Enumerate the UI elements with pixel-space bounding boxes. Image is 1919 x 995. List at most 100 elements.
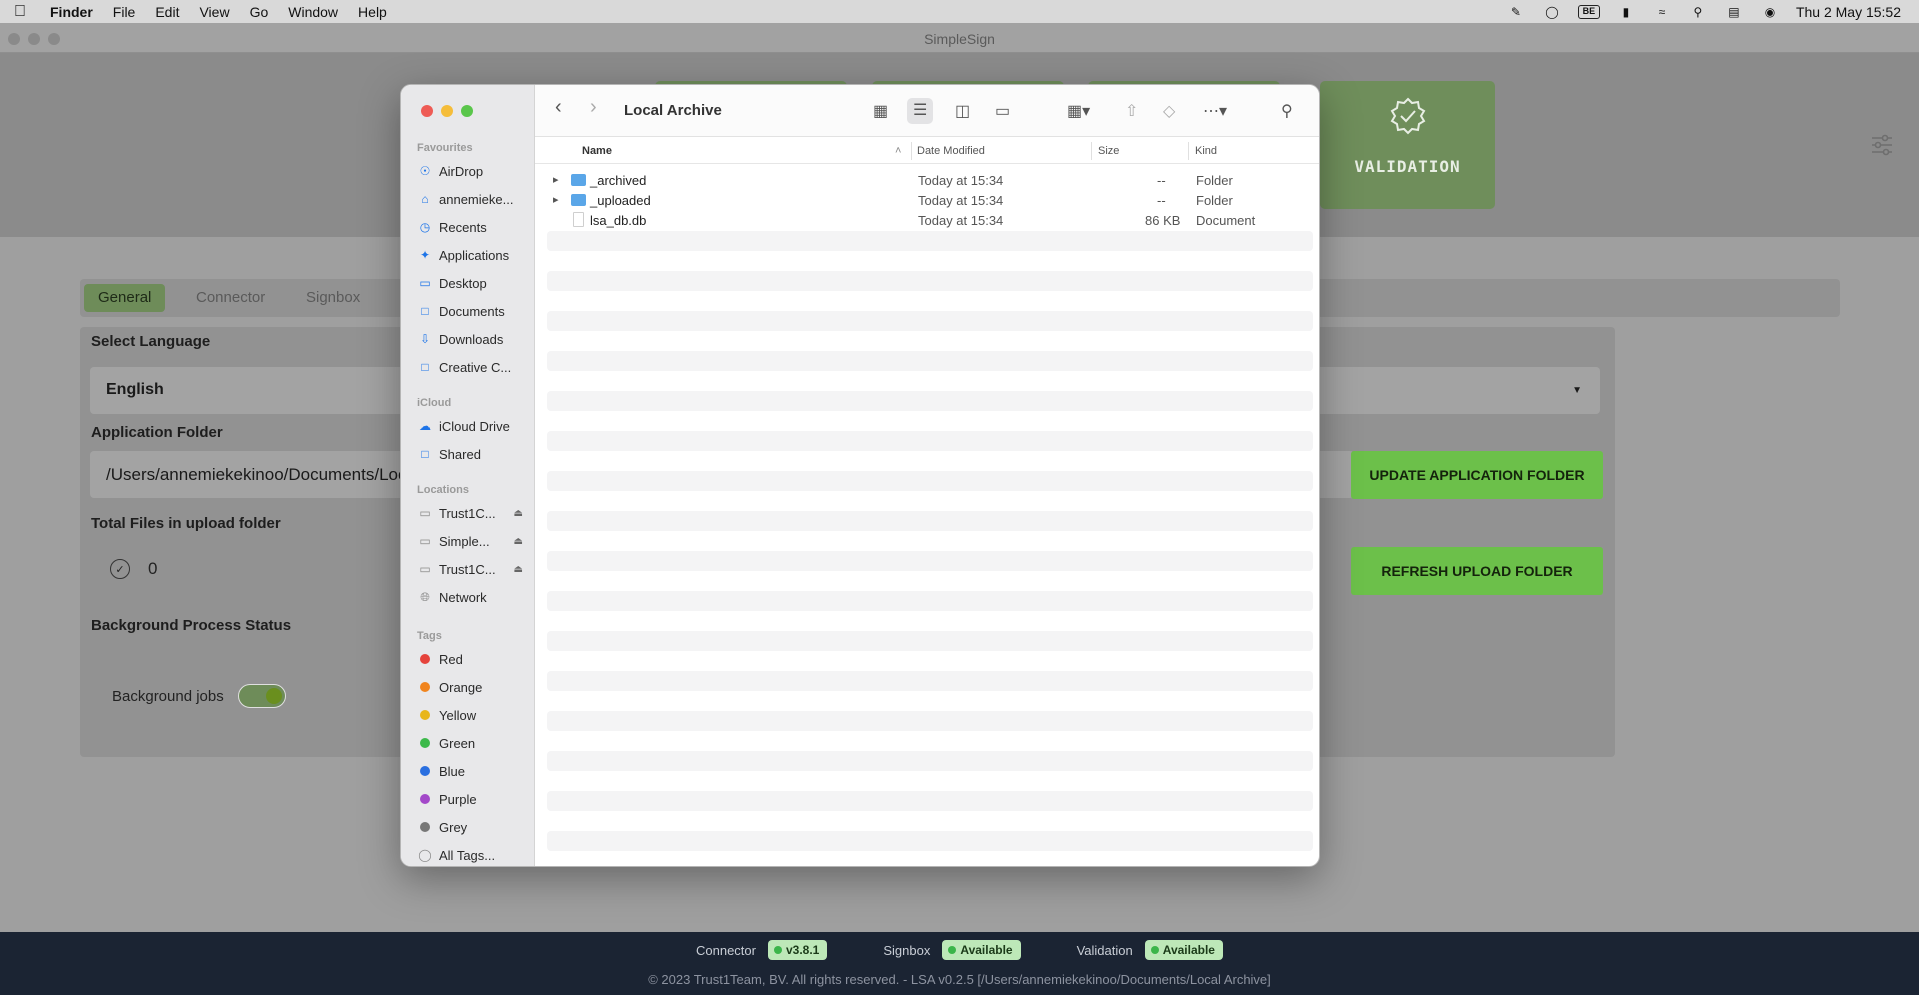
tab-general[interactable]: General [84,284,166,312]
connector-version: v3.8.1 [785,943,820,957]
menu-window[interactable]: Window [278,4,348,20]
refresh-upload-folder-button[interactable]: REFRESH UPLOAD FOLDER [1351,547,1603,595]
tab-connector[interactable]: Connector [182,284,279,312]
sidebar-item-applications[interactable]: ✦ Applications [417,244,529,266]
status-dot-icon [948,946,957,954]
validation-card[interactable]: VALIDATION [1320,81,1495,209]
column-divider[interactable] [1188,142,1189,160]
menu-clock[interactable]: Thu 2 May 15:52 [1796,4,1901,20]
airdrop-icon: ☉ [419,164,431,178]
sidebar-item-shared[interactable]: □ Shared [417,443,529,465]
finder-close-button[interactable] [421,105,433,117]
menu-app-name[interactable]: Finder [40,4,103,20]
column-date-modified[interactable]: Date Modified [917,145,985,157]
siri-icon[interactable]: ◉ [1760,5,1780,19]
sidebar-tag-orange[interactable]: Orange [417,676,529,698]
background-jobs-label: Background jobs [112,687,224,705]
sidebar-item-volume-2[interactable]: ▭ Simple... ⏏ [417,530,529,552]
empty-row-stripe [547,671,1313,691]
apple-icon[interactable]:  [0,3,40,21]
control-center-icon[interactable]: ▤ [1724,5,1744,19]
settings-sliders-icon[interactable] [1870,133,1894,157]
file-row-archived[interactable]: ▸ _archived Today at 15:34 -- Folder [547,171,1313,191]
tag-red-icon [420,654,430,664]
file-size: -- [1157,173,1166,188]
keyboard-layout-badge[interactable]: BE [1577,4,1600,19]
forward-chevron-icon[interactable]: › [590,96,597,119]
tag-yellow-icon [420,710,430,720]
finder-window: Favourites ☉ AirDrop ⌂ annemieke... ◷ Recen… [400,84,1320,867]
sidebar-item-recents[interactable]: ◷ Recents [417,216,529,238]
eject-icon[interactable]: ⏏ [514,508,523,519]
column-view-icon[interactable]: ◫ [955,101,970,121]
sidebar-item-desktop[interactable]: ▭ Desktop [417,272,529,294]
sidebar-tag-yellow[interactable]: Yellow [417,704,529,726]
sidebar-item-downloads[interactable]: ⇩ Downloads [417,328,529,350]
sidebar-item-volume-3[interactable]: ▭ Trust1C... ⏏ [417,558,529,580]
update-application-folder-button[interactable]: UPDATE APPLICATION FOLDER [1351,451,1603,499]
password-icon[interactable]: ◯ [1542,5,1562,19]
empty-row-stripe [547,351,1313,371]
sidebar-item-volume-1[interactable]: ▭ Trust1C... ⏏ [417,502,529,524]
sidebar-item-documents[interactable]: □ Documents [417,300,529,322]
sidebar-tag-purple[interactable]: Purple [417,788,529,810]
file-name: _archived [590,173,647,188]
signature-icon[interactable]: ✎ [1506,5,1526,19]
icon-view-grid-icon[interactable]: ▦ [873,101,888,121]
finder-search-icon[interactable]: ⚲ [1281,101,1293,121]
tag-icon[interactable]: ◇ [1163,101,1175,121]
folder-icon [571,174,586,186]
column-name[interactable]: Name [582,145,612,157]
sidebar-item-label: Recents [439,219,487,235]
spotlight-search-icon[interactable]: ⚲ [1688,5,1708,19]
disclosure-chevron-icon[interactable]: ▸ [553,173,559,186]
column-kind[interactable]: Kind [1195,145,1217,157]
applications-icon: ✦ [419,248,431,262]
more-actions-icon[interactable]: ⋯▾ [1203,101,1227,121]
sidebar-all-tags[interactable]: ◯ All Tags... [417,844,529,866]
sidebar-item-home[interactable]: ⌂ annemieke... [417,188,529,210]
sidebar-item-network[interactable]: 🌐︎ Network [417,586,529,608]
group-by-icon[interactable]: ▦▾ [1067,101,1090,121]
total-files-count: ✓ 0 [110,559,157,579]
sidebar-tag-blue[interactable]: Blue [417,760,529,782]
sidebar-tag-red[interactable]: Red [417,648,529,670]
sidebar-tag-grey[interactable]: Grey [417,816,529,838]
menu-go[interactable]: Go [240,4,279,20]
finder-minimize-button[interactable] [441,105,453,117]
column-divider[interactable] [1091,142,1092,160]
wifi-icon[interactable]: ≈ [1652,5,1672,19]
battery-icon[interactable]: ▮ [1616,5,1636,19]
background-jobs-toggle[interactable] [237,684,286,708]
file-row-uploaded[interactable]: ▸ _uploaded Today at 15:34 -- Folder [547,191,1313,211]
eject-icon[interactable]: ⏏ [514,564,523,575]
sidebar-tag-green[interactable]: Green [417,732,529,754]
tab-signbox[interactable]: Signbox [292,284,374,312]
sidebar-item-airdrop[interactable]: ☉ AirDrop [417,160,529,182]
select-language-label: Select Language [91,333,211,350]
menu-edit[interactable]: Edit [145,4,189,20]
drive-icon: ▭ [419,562,431,576]
list-view-icon[interactable]: ☰ [907,98,934,124]
file-date: Today at 15:34 [918,193,1004,208]
column-size[interactable]: Size [1098,145,1119,157]
eject-icon[interactable]: ⏏ [514,536,523,547]
menu-view[interactable]: View [189,4,239,20]
share-icon[interactable]: ⇧ [1125,101,1138,121]
back-chevron-icon[interactable]: ‹ [555,96,562,119]
menu-file[interactable]: File [103,4,146,20]
disclosure-chevron-icon[interactable]: ▸ [553,193,559,206]
sort-ascending-icon[interactable]: ˄ [895,145,901,157]
finder-window-controls [421,105,473,117]
sidebar-item-icloud-drive[interactable]: ☁ iCloud Drive [417,415,529,437]
gallery-view-icon[interactable]: ▭ [995,101,1010,121]
sidebar-item-creative-cloud[interactable]: □ Creative C... [417,356,529,378]
file-kind: Document [1196,213,1256,228]
sidebar-item-label: Downloads [439,331,504,347]
menu-help[interactable]: Help [348,4,397,20]
home-icon: ⌂ [421,192,429,206]
file-row-lsa-db[interactable]: lsa_db.db Today at 15:34 86 KB Document [547,211,1313,231]
drive-icon: ▭ [419,534,431,548]
column-divider[interactable] [911,142,912,160]
finder-zoom-button[interactable] [461,105,473,117]
